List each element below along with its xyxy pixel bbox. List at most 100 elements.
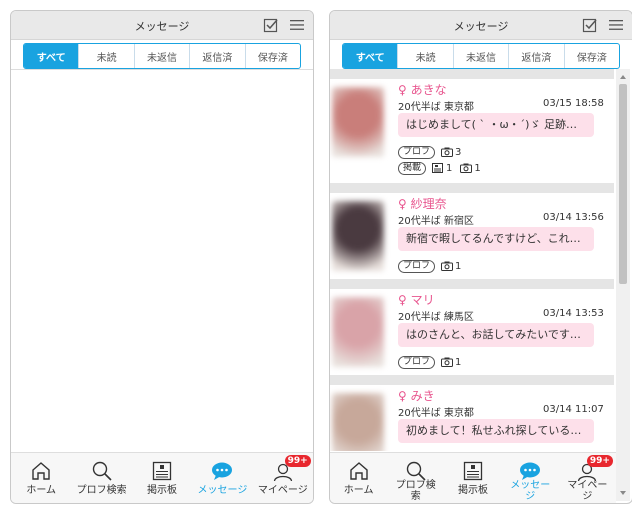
profile-chip[interactable]: プロフ: [398, 355, 436, 369]
tab-unread[interactable]: 未読: [78, 44, 133, 68]
camera-icon: [441, 261, 454, 271]
nav-label: 掲示板: [147, 485, 178, 496]
message-list-empty: [11, 69, 313, 452]
sender-meta: 20代半ば 東京都: [398, 408, 474, 419]
message-time: 03/14 13:56: [543, 212, 604, 223]
nav-label: ホーム: [26, 485, 57, 496]
sender-meta: 20代半ば 練馬区: [398, 312, 474, 323]
chat-icon: [520, 462, 541, 480]
message-item[interactable]: ♀ 紗理奈 20代半ば 新宿区 03/14 13:56 新宿で暇してるんですけど…: [330, 193, 614, 279]
tab-unread[interactable]: 未読: [397, 44, 452, 68]
message-time: 03/14 11:07: [543, 404, 604, 415]
notification-badge: 99+: [586, 455, 613, 467]
filter-tabs: すべて 未読 未返信 返信済 保存済: [23, 43, 301, 69]
camera-icon: [441, 357, 454, 367]
message-preview: 初めまして！私せふれ探している…: [398, 419, 594, 443]
nav-mypage[interactable]: 99+ マイページ: [253, 453, 313, 503]
menu-icon[interactable]: [289, 18, 305, 32]
camera-icon: [441, 147, 454, 157]
sender-name: ♀ 紗理奈: [398, 197, 447, 211]
chat-icon: [212, 462, 233, 480]
home-icon: [349, 462, 368, 480]
nav-board[interactable]: 掲示板: [444, 453, 501, 503]
avatar[interactable]: [332, 201, 384, 271]
photo-count: 1: [474, 162, 481, 174]
board-icon: [463, 461, 483, 481]
tab-saved[interactable]: 保存済: [563, 44, 619, 68]
sender-name: ♀ あきな: [398, 83, 447, 97]
avatar[interactable]: [332, 87, 384, 157]
bottom-nav: ホーム プロフ検索 掲示板 メッセージ 99+ マイページ: [11, 452, 313, 503]
photo-count: 1: [455, 260, 462, 272]
nav-label: メッセー ジ: [510, 480, 551, 502]
nav-home[interactable]: ホーム: [11, 453, 71, 503]
avatar[interactable]: [332, 393, 384, 451]
tab-all[interactable]: すべて: [343, 44, 398, 68]
nav-search[interactable]: プロフ検 索: [387, 453, 444, 503]
nav-search[interactable]: プロフ検索: [71, 453, 131, 503]
nav-label: マイページ: [257, 485, 308, 496]
nav-message[interactable]: メッセージ: [192, 453, 252, 503]
scrollbar-thumb[interactable]: [619, 84, 627, 284]
scrollbar[interactable]: [616, 69, 630, 501]
message-time: 03/14 13:53: [543, 308, 604, 319]
message-item[interactable]: ♀ あきな 20代半ば 東京都 03/15 18:58 はじめまして( ` ・ω…: [330, 79, 614, 183]
nav-label: メッセージ: [197, 485, 248, 496]
header: メッセージ: [330, 11, 632, 40]
nav-label: プロフ検索: [76, 485, 127, 496]
menu-icon[interactable]: [608, 18, 624, 32]
profile-chips: プロフ 1: [398, 259, 469, 273]
tab-unreplied[interactable]: 未返信: [452, 44, 508, 68]
message-preview: 新宿で暇してるんですけど、これ…: [398, 227, 594, 251]
search-icon: [92, 461, 112, 481]
board-chips: 掲載 1 1: [398, 161, 489, 175]
message-item[interactable]: ♀ マリ 20代半ば 練馬区 03/14 13:53 はのさんと、お話してみたい…: [330, 289, 614, 375]
nav-label: プロフ検 索: [395, 480, 436, 502]
profile-chips: プロフ 1: [398, 355, 469, 369]
checkbox-icon[interactable]: [582, 17, 598, 33]
nav-board[interactable]: 掲示板: [132, 453, 192, 503]
message-preview: はじめまして( ` ・ω・´)ゞ 足跡…: [398, 113, 594, 137]
message-item[interactable]: ♀ みき 20代半ば 東京都 03/14 11:07 初めまして！私せふれ探して…: [330, 385, 614, 451]
scroll-up-icon[interactable]: [619, 73, 627, 81]
message-list: ♀ あきな 20代半ば 東京都 03/15 18:58 はじめまして( ` ・ω…: [330, 69, 614, 451]
profile-chip[interactable]: プロフ: [398, 145, 436, 159]
checkbox-icon[interactable]: [263, 17, 279, 33]
notification-badge: 99+: [284, 455, 311, 467]
photo-count: 3: [455, 146, 462, 158]
profile-chips: プロフ 3: [398, 145, 469, 159]
nav-home[interactable]: ホーム: [330, 453, 387, 503]
sender-meta: 20代半ば 東京都: [398, 102, 474, 113]
phone-left: メッセージ すべて 未読 未返信 返信済 保存済 ホーム プロフ検索 掲示板 メ…: [10, 10, 314, 504]
tab-unreplied[interactable]: 未返信: [133, 44, 189, 68]
tab-all[interactable]: すべて: [24, 44, 79, 68]
nav-label: マイペー ジ: [567, 480, 608, 502]
filter-tabs: すべて 未読 未返信 返信済 保存済: [342, 43, 620, 69]
board-icon: [152, 461, 172, 481]
nav-label: ホーム: [343, 485, 374, 496]
message-time: 03/15 18:58: [543, 98, 604, 109]
tab-saved[interactable]: 保存済: [244, 44, 300, 68]
tab-replied[interactable]: 返信済: [508, 44, 563, 68]
phone-right: メッセージ すべて 未読 未返信 返信済 保存済 ♀ あきな 20代半ば 東京都…: [329, 10, 632, 504]
profile-chip[interactable]: プロフ: [398, 259, 436, 273]
header: メッセージ: [11, 11, 313, 40]
home-icon: [32, 462, 50, 480]
nav-mypage[interactable]: 99+ マイペー ジ: [559, 453, 616, 503]
message-preview: はのさんと、お話してみたいです…: [398, 323, 594, 347]
post-chip[interactable]: 掲載: [398, 161, 427, 175]
board-icon: [432, 163, 444, 173]
sender-name: ♀ マリ: [398, 293, 435, 307]
nav-label: 掲示板: [458, 485, 488, 496]
bottom-nav: ホーム プロフ検 索 掲示板 メッセー ジ 99+ マイペー ジ: [330, 452, 616, 503]
camera-icon: [460, 163, 473, 173]
avatar[interactable]: [332, 297, 384, 367]
sender-meta: 20代半ば 新宿区: [398, 216, 474, 227]
tab-replied[interactable]: 返信済: [189, 44, 244, 68]
scroll-down-icon[interactable]: [619, 489, 627, 497]
search-icon: [406, 461, 426, 481]
nav-message[interactable]: メッセー ジ: [502, 453, 559, 503]
photo-count: 1: [455, 356, 462, 368]
sender-name: ♀ みき: [398, 389, 435, 403]
board-count: 1: [446, 162, 453, 174]
